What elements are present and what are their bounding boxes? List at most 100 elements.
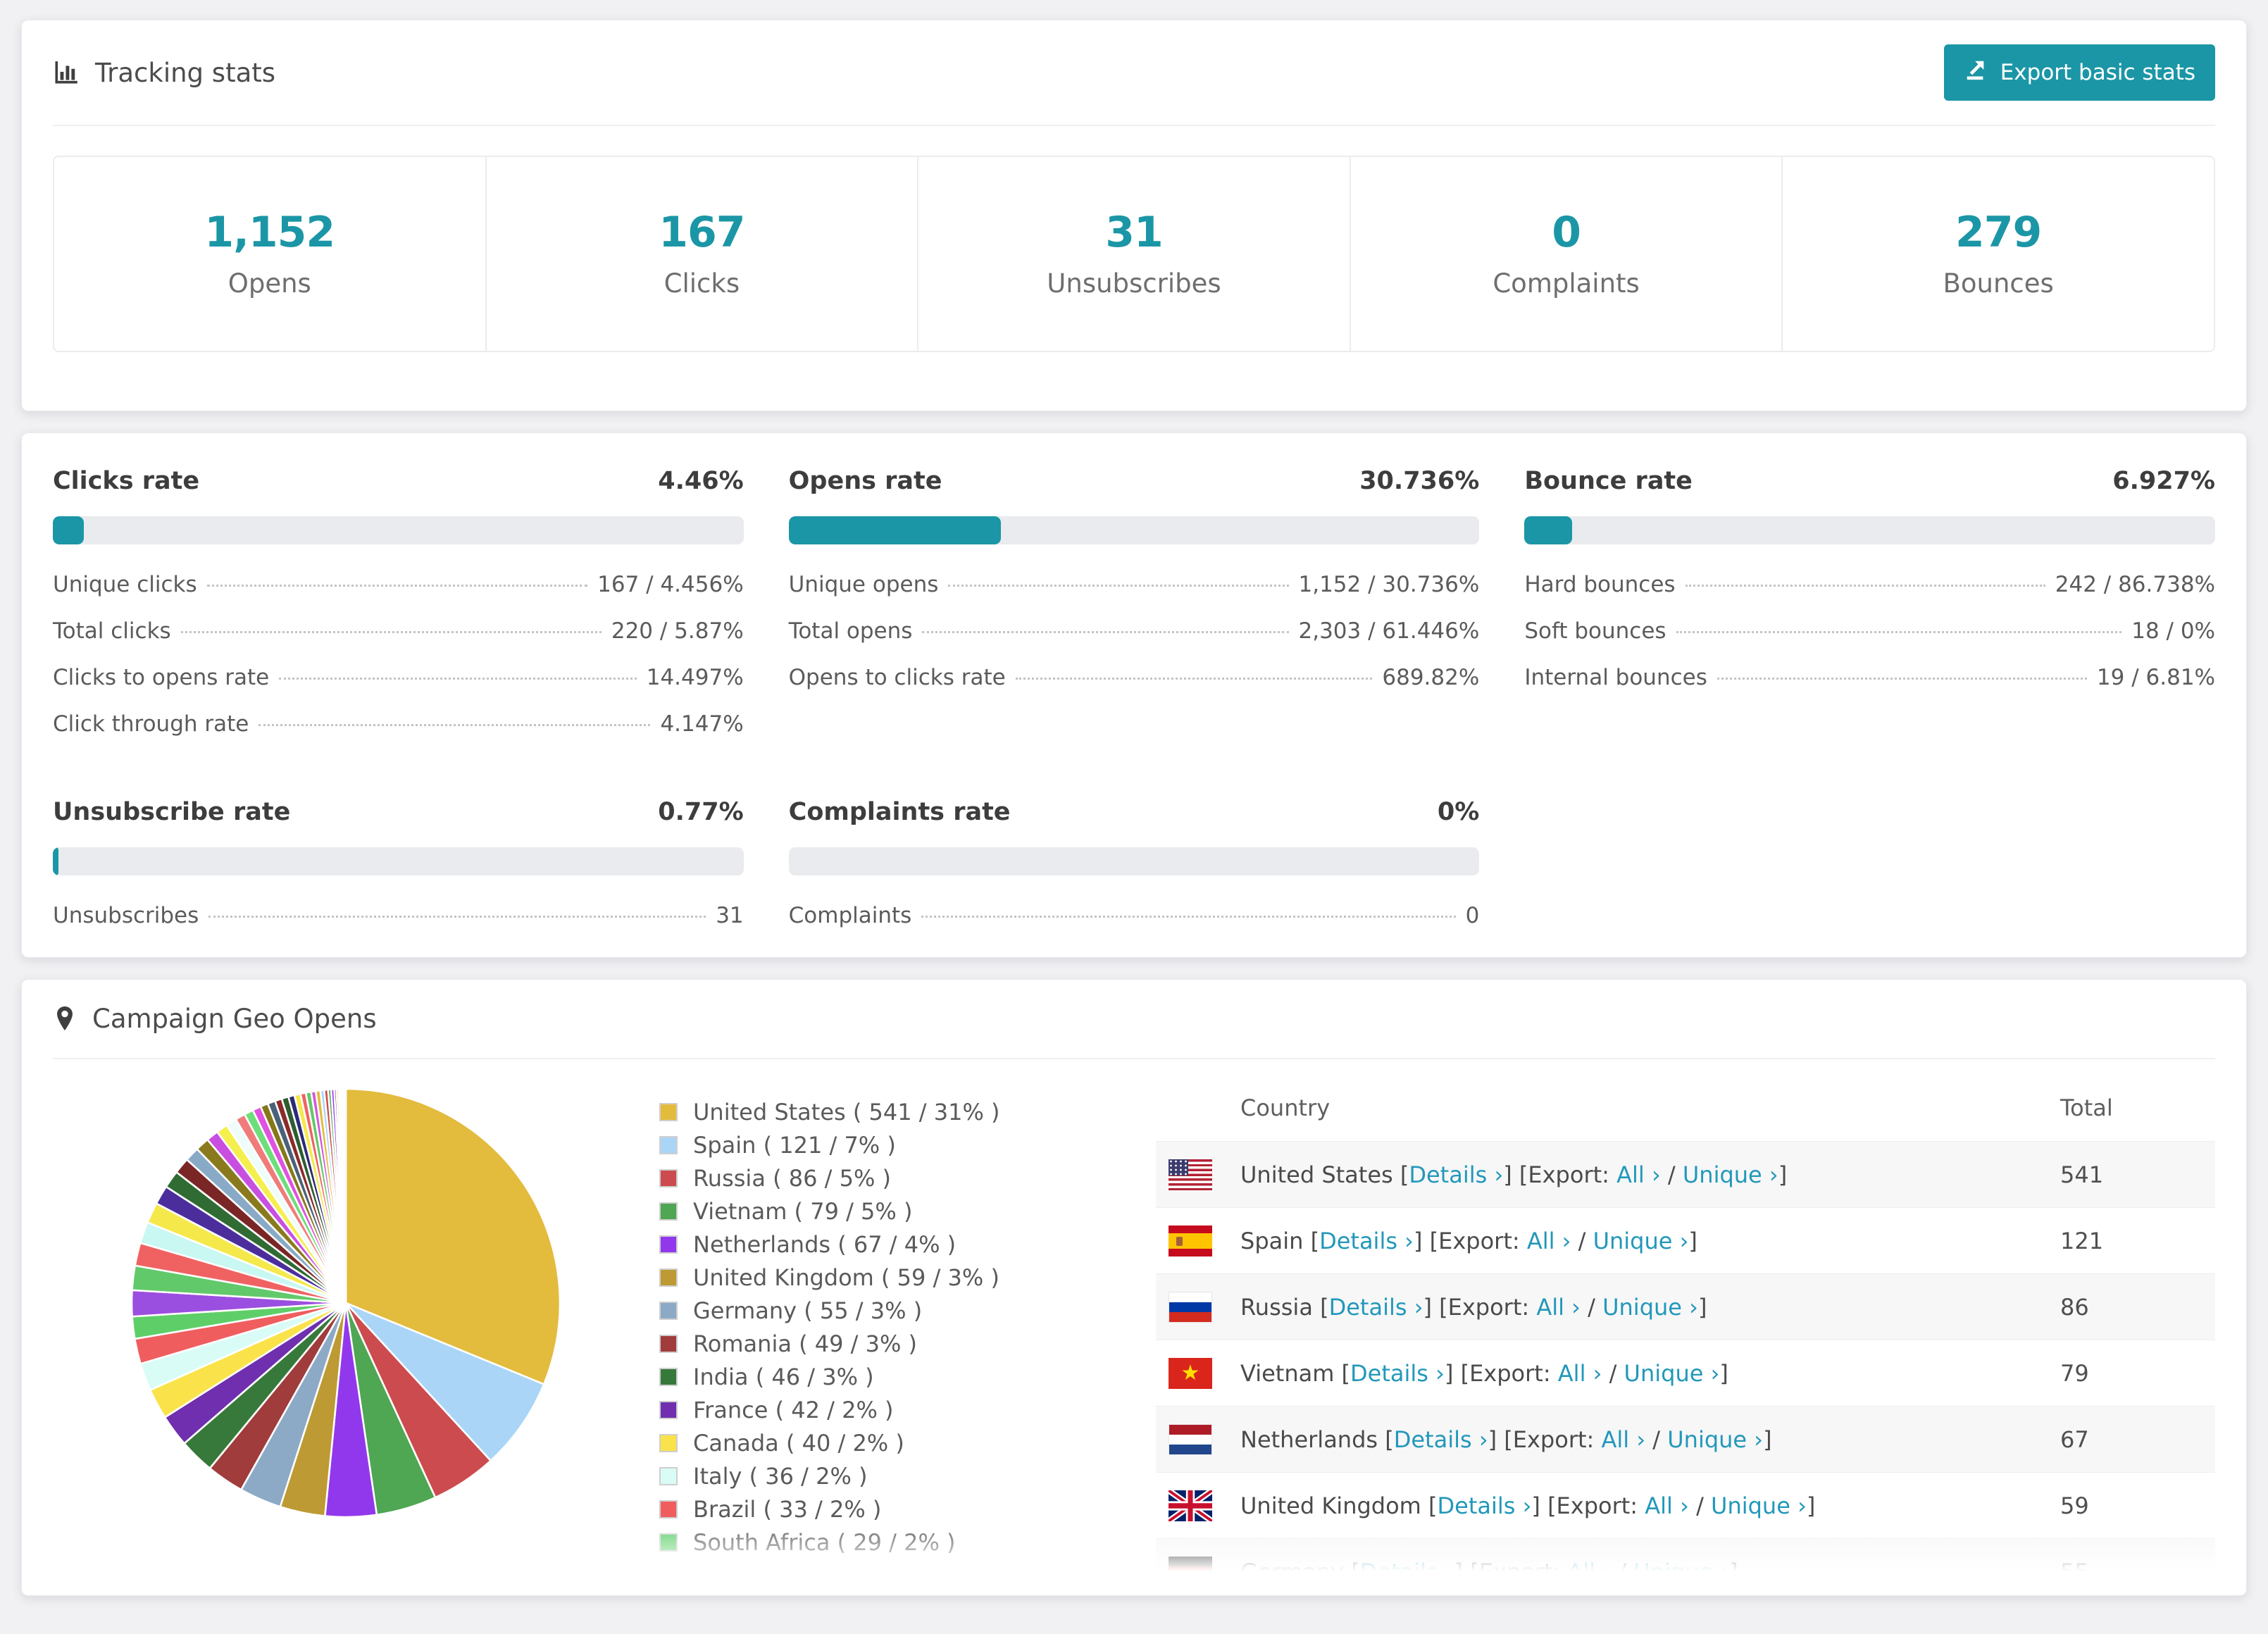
details-link[interactable]: Details › xyxy=(1329,1294,1423,1321)
tracking-stats-card: Tracking stats Export basic stats 1,152 … xyxy=(21,20,2247,411)
clicks-rate-block: Clicks rate 4.46% Unique clicks 167 / 4.4… xyxy=(53,467,744,747)
details-link[interactable]: Details › xyxy=(1394,1426,1488,1453)
dotted-leader xyxy=(948,585,1289,587)
export-all-link[interactable]: All › xyxy=(1567,1559,1612,1585)
legend-swatch xyxy=(659,1467,678,1485)
country-total: 541 xyxy=(2060,1161,2104,1188)
export-all-link[interactable]: All › xyxy=(1645,1492,1689,1519)
stat-row: Unsubscribes 31 xyxy=(53,903,744,928)
opens-rate-value: 30.736% xyxy=(1359,467,1480,495)
clicks-rate-progress xyxy=(53,516,744,544)
bounce-rate-progress xyxy=(1524,516,2215,544)
export-icon xyxy=(1964,58,1988,87)
legend-swatch xyxy=(659,1202,678,1221)
table-row: Germany [Details ›] [Export: All › / Uni… xyxy=(1156,1538,2215,1595)
vietnam-flag-icon: ★ xyxy=(1169,1357,1212,1389)
header-divider xyxy=(53,125,2215,126)
details-link[interactable]: Details › xyxy=(1319,1228,1414,1254)
export-all-link[interactable]: All › xyxy=(1536,1294,1581,1321)
country-total: 59 xyxy=(2060,1492,2089,1519)
bar-chart-icon xyxy=(53,59,80,86)
unsubscribe-rate-block: Unsubscribe rate 0.77% Unsubscribes 31 xyxy=(53,798,744,939)
export-all-link[interactable]: All › xyxy=(1616,1161,1661,1188)
dotted-leader xyxy=(1685,585,2045,587)
dotted-leader xyxy=(180,631,602,633)
legend-swatch xyxy=(659,1500,678,1518)
summary-complaints: 0 Complaints xyxy=(1349,157,1782,351)
export-unique-link[interactable]: Unique › xyxy=(1593,1228,1689,1254)
legend-item: United Kingdom ( 59 / 3% ) xyxy=(659,1264,999,1291)
dotted-leader xyxy=(1015,678,1373,680)
legend-item: United States ( 541 / 31% ) xyxy=(659,1099,1000,1125)
stat-row: Clicks to opens rate 14.497% xyxy=(53,665,744,690)
legend-item: Brazil ( 33 / 2% ) xyxy=(659,1496,990,1523)
legend-swatch xyxy=(659,1533,678,1552)
opens-rate-progress xyxy=(788,516,1480,544)
summary-boxes: 1,152 Opens 167 Clicks 31 Unsubscribes 0… xyxy=(53,156,2215,352)
legend-item: Germany ( 55 / 3% ) xyxy=(659,1297,990,1324)
details-link[interactable]: Details › xyxy=(1409,1161,1503,1188)
opens-count: 1,152 xyxy=(204,208,335,257)
legend-swatch xyxy=(659,1335,678,1353)
dotted-leader xyxy=(258,724,651,726)
total-column-header: Total xyxy=(2060,1094,2113,1121)
bounce-rate-title: Bounce rate xyxy=(1524,467,1693,495)
geo-country-table: Country Total United States [Details ›] … xyxy=(1156,1078,2215,1595)
pie-legend: United States ( 541 / 31% ) Spain ( 121 … xyxy=(659,1099,1000,1562)
table-row: Russia [Details ›] [Export: All › / Uniq… xyxy=(1156,1273,2215,1340)
export-unique-link[interactable]: Unique › xyxy=(1667,1426,1763,1453)
export-all-link[interactable]: All › xyxy=(1527,1228,1571,1254)
legend-swatch xyxy=(659,1434,678,1452)
dotted-leader xyxy=(208,916,706,918)
stat-row: Total opens 2,303 / 61.446% xyxy=(788,618,1480,644)
country-total: 79 xyxy=(2060,1359,2089,1387)
table-row: ★ Vietnam [Details ›] [Export: All › / U… xyxy=(1156,1340,2215,1406)
geo-title: Campaign Geo Opens xyxy=(92,1004,377,1034)
opens-rate-title: Opens rate xyxy=(788,467,942,495)
complaints-rate-block: Complaints rate 0% Complaints 0 xyxy=(788,798,1480,939)
rates-card: Clicks rate 4.46% Unique clicks 167 / 4.4… xyxy=(21,432,2247,958)
legend-item: Spain ( 121 / 7% ) xyxy=(659,1132,990,1159)
opens-rate-block: Opens rate 30.736% Unique opens 1,152 / 3… xyxy=(788,467,1480,747)
export-basic-stats-button[interactable]: Export basic stats xyxy=(1943,44,2215,101)
details-link[interactable]: Details › xyxy=(1350,1360,1445,1387)
export-unique-link[interactable]: Unique › xyxy=(1711,1492,1807,1519)
stat-row: Soft bounces 18 / 0% xyxy=(1524,618,2215,644)
country-total: 86 xyxy=(2060,1293,2089,1321)
export-unique-link[interactable]: Unique › xyxy=(1683,1161,1778,1188)
legend-item: Romania ( 49 / 3% ) xyxy=(659,1330,990,1357)
map-marker-icon xyxy=(53,1005,77,1033)
table-row: Spain [Details ›] [Export: All › / Uniqu… xyxy=(1156,1207,2215,1273)
stat-row: Complaints 0 xyxy=(788,903,1480,928)
export-all-link[interactable]: All › xyxy=(1601,1426,1645,1453)
export-unique-link[interactable]: Unique › xyxy=(1624,1360,1720,1387)
details-link[interactable]: Details › xyxy=(1360,1559,1454,1585)
geo-header: Campaign Geo Opens xyxy=(22,980,2246,1058)
legend-item: Italy ( 36 / 2% ) xyxy=(659,1463,990,1490)
legend-swatch xyxy=(659,1268,678,1287)
export-all-link[interactable]: All › xyxy=(1558,1360,1602,1387)
clicks-label: Clicks xyxy=(663,268,740,299)
summary-clicks: 167 Clicks xyxy=(485,157,918,351)
dotted-leader xyxy=(1716,678,2087,680)
complaints-label: Complaints xyxy=(1493,268,1640,299)
geo-body: United States ( 541 / 31% ) Spain ( 121 … xyxy=(22,1059,2246,1595)
country-column-header: Country xyxy=(1240,1094,1331,1121)
dotted-leader xyxy=(921,916,1456,918)
opens-label: Opens xyxy=(228,268,311,299)
unsubscribe-rate-progress xyxy=(53,847,744,875)
table-row: United Kingdom [Details ›] [Export: All … xyxy=(1156,1472,2215,1538)
bounces-label: Bounces xyxy=(1943,268,2054,299)
export-unique-link[interactable]: Unique › xyxy=(1633,1559,1729,1585)
spain-flag-icon xyxy=(1169,1225,1212,1256)
bounces-count: 279 xyxy=(1955,208,2042,257)
campaign-geo-opens-card: Campaign Geo Opens United States ( 541 /… xyxy=(21,979,2247,1596)
details-link[interactable]: Details › xyxy=(1438,1492,1532,1519)
table-row: United States [Details ›] [Export: All ›… xyxy=(1156,1141,2215,1207)
legend-item: Netherlands ( 67 / 4% ) xyxy=(659,1231,990,1258)
country-total: 55 xyxy=(2060,1558,2089,1585)
complaints-rate-value: 0% xyxy=(1437,798,1480,826)
country-total: 121 xyxy=(2060,1227,2104,1254)
table-header: Country Total xyxy=(1156,1078,2215,1141)
export-unique-link[interactable]: Unique › xyxy=(1602,1294,1698,1321)
